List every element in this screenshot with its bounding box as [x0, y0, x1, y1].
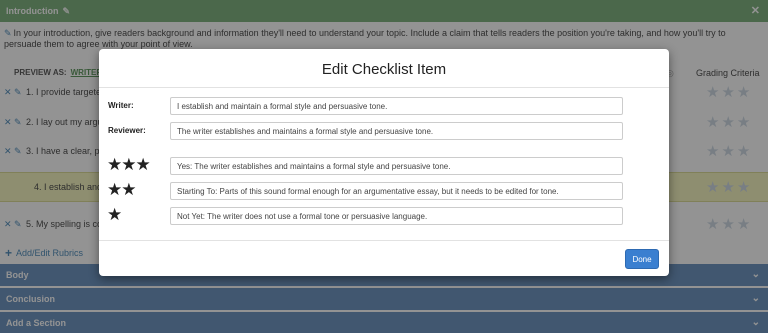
reviewer-field[interactable] — [170, 122, 623, 140]
edit-checklist-modal: Edit Checklist Item Writer: Reviewer: ★★… — [99, 49, 669, 276]
two-star-icon: ★★ — [107, 180, 137, 199]
modal-header-divider — [99, 87, 669, 88]
one-star-icon: ★ — [107, 205, 122, 224]
level-yes-field[interactable] — [170, 157, 623, 175]
modal-title: Edit Checklist Item — [321, 61, 447, 78]
level-not-yet-field[interactable] — [170, 207, 623, 225]
level-starting-to-field[interactable] — [170, 182, 623, 200]
writer-field[interactable] — [170, 97, 623, 115]
reviewer-label: Reviewer: — [108, 126, 146, 135]
done-button[interactable]: Done — [625, 249, 659, 269]
modal-footer-divider — [99, 240, 669, 241]
three-star-icon: ★★★ — [107, 155, 151, 174]
writer-label: Writer: — [108, 101, 134, 110]
